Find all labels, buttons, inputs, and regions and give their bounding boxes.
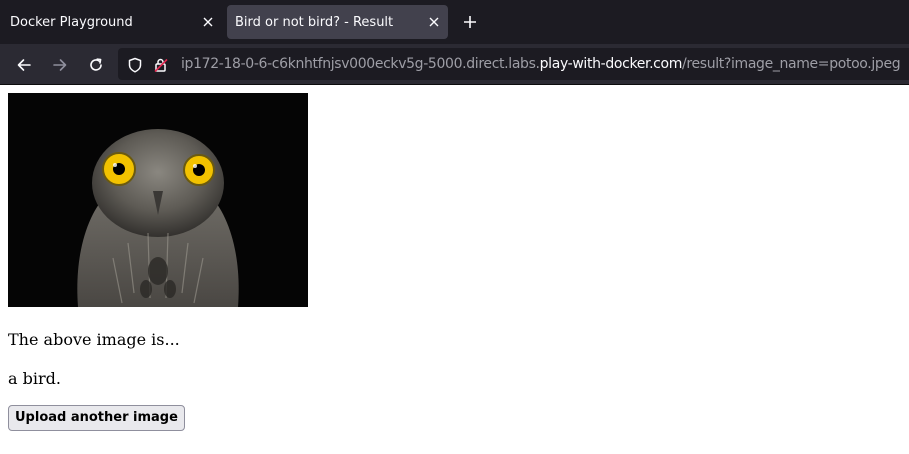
tab-title: Docker Playground [10, 14, 133, 30]
tab-title: Bird or not bird? - Result [235, 14, 394, 30]
tab-bird-result[interactable]: Bird or not bird? - Result [227, 5, 448, 39]
shield-icon[interactable] [126, 56, 144, 74]
insecure-lock-icon[interactable] [152, 56, 170, 74]
address-bar[interactable]: ip172-18-0-6-c6knhtfnjsv000eckv5g-5000.d… [118, 48, 909, 80]
close-icon[interactable] [200, 14, 216, 30]
close-icon[interactable] [426, 14, 442, 30]
url-path: /result?image_name=potoo.jpeg [682, 56, 901, 72]
upload-another-image-button[interactable]: Upload another image [8, 405, 185, 431]
plus-icon[interactable] [458, 10, 482, 34]
navigation-toolbar: ip172-18-0-6-c6knhtfnjsv000eckv5g-5000.d… [0, 44, 909, 85]
uploaded-bird-image [8, 93, 308, 307]
url-text[interactable]: ip172-18-0-6-c6knhtfnjsv000eckv5g-5000.d… [181, 48, 901, 80]
intro-text: The above image is... [8, 330, 180, 349]
result-text: a bird. [8, 369, 61, 388]
reload-icon[interactable] [83, 52, 109, 78]
forward-arrow-icon[interactable] [47, 52, 73, 78]
page-content: The above image is... a bird. Upload ano… [0, 86, 909, 454]
url-domain: play-with-docker.com [539, 56, 683, 72]
back-arrow-icon[interactable] [11, 52, 37, 78]
url-prefix: ip172-18-0-6-c6knhtfnjsv000eckv5g-5000.d… [181, 56, 540, 72]
tab-strip: Docker Playground Bird or not bird? - Re… [0, 0, 909, 44]
tab-docker-playground[interactable]: Docker Playground [0, 5, 222, 39]
